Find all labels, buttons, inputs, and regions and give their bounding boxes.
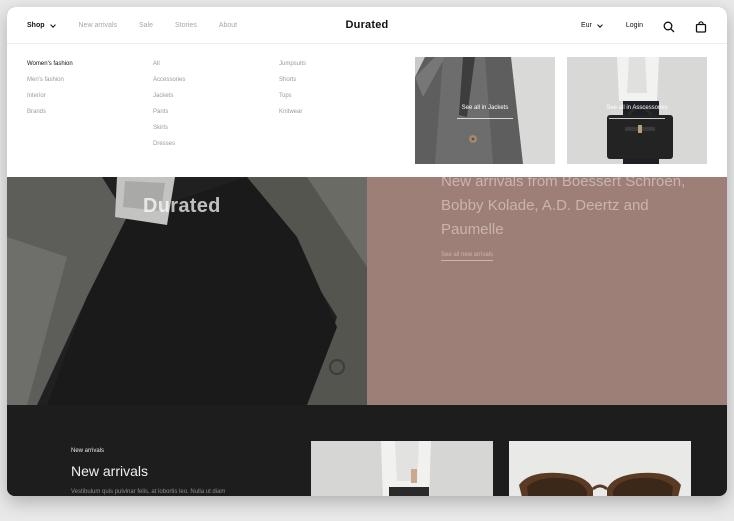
hero-image-panel: Durated xyxy=(7,177,367,405)
category-interior[interactable]: Interior xyxy=(27,92,73,108)
top-navigation-bar: Shop New arrivals Sale Stories About Dur… xyxy=(7,7,727,44)
bag-icon xyxy=(695,20,707,33)
promo-tile-jackets-underline xyxy=(457,118,513,119)
promo-tile-accessories[interactable]: See all in Asscessories xyxy=(567,57,707,164)
product-card-bag[interactable] xyxy=(311,441,493,496)
category-column: Women's fashion Men's fashion Interior B… xyxy=(27,60,73,124)
nav-item-new-arrivals[interactable]: New arrivals xyxy=(79,22,118,29)
subcategory-all[interactable]: All xyxy=(153,60,185,76)
search-button[interactable] xyxy=(663,20,675,32)
product-bag-image xyxy=(311,441,493,496)
subcategory-column-2: Jumpsuits Shorts Tops Knitwear xyxy=(279,60,306,124)
currency-label: Eur xyxy=(580,22,592,29)
see-all-new-arrivals-link[interactable]: See all new arrivals xyxy=(441,252,494,261)
shop-mega-menu: Women's fashion Men's fashion Interior B… xyxy=(7,44,727,177)
hero-logo: Durated xyxy=(143,195,221,217)
section-eyebrow: New arrivals xyxy=(71,448,105,454)
subcategory-column-1: All Accessories Jackets Pants Skirts Dre… xyxy=(153,60,185,156)
new-arrivals-section: New arrivals New arrivals Vestibulum qui… xyxy=(7,405,727,496)
subcategory-dresses[interactable]: Dresses xyxy=(153,140,185,156)
nav-item-shop-label: Shop xyxy=(27,22,45,29)
category-brands[interactable]: Brands xyxy=(27,108,73,124)
section-description: Vestibulum quis pulvinar felis, at lobor… xyxy=(71,489,226,495)
subcategory-accessories[interactable]: Accessories xyxy=(153,76,185,92)
chevron-down-icon xyxy=(49,21,56,28)
subcategory-skirts[interactable]: Skirts xyxy=(153,124,185,140)
nav-item-stories[interactable]: Stories xyxy=(175,22,197,29)
product-card-sunglasses[interactable] xyxy=(509,441,691,496)
hero-text-panel: New arrivals from Boessert Schroen, Bobb… xyxy=(367,177,727,405)
cart-button[interactable] xyxy=(695,20,707,33)
search-icon xyxy=(663,21,675,32)
nav-item-shop[interactable]: Shop xyxy=(27,21,56,29)
subcategory-pants[interactable]: Pants xyxy=(153,108,185,124)
promo-tile-jackets-caption: See all in Jackets xyxy=(461,105,509,111)
promo-tile-jackets[interactable]: See all in Jackets xyxy=(415,57,555,164)
subcategory-jackets[interactable]: Jackets xyxy=(153,92,185,108)
subcategory-shorts[interactable]: Shorts xyxy=(279,76,306,92)
subcategory-knitwear[interactable]: Knitwear xyxy=(279,108,306,124)
category-mens-fashion[interactable]: Men's fashion xyxy=(27,76,73,92)
promo-tile-accessories-caption: See all in Asscessories xyxy=(606,105,668,111)
utility-nav: Eur Login xyxy=(581,7,707,44)
promo-tile-accessories-underline xyxy=(609,118,665,119)
category-womens-fashion[interactable]: Women's fashion xyxy=(27,60,73,76)
primary-nav: Shop New arrivals Sale Stories About xyxy=(27,7,237,44)
sunglasses-image xyxy=(509,441,691,496)
subcategory-tops[interactable]: Tops xyxy=(279,92,306,108)
nav-item-sale[interactable]: Sale xyxy=(139,22,153,29)
subcategory-jumpsuits[interactable]: Jumpsuits xyxy=(279,60,306,76)
login-link[interactable]: Login xyxy=(626,22,643,29)
nav-item-about[interactable]: About xyxy=(219,22,237,29)
section-title: New arrivals xyxy=(71,463,149,479)
app-window: Shop New arrivals Sale Stories About Dur… xyxy=(7,7,727,496)
hero-heading: New arrivals from Boessert Schroen, Bobb… xyxy=(441,177,686,238)
currency-selector[interactable]: Eur xyxy=(580,21,603,29)
chevron-down-icon xyxy=(597,21,603,28)
